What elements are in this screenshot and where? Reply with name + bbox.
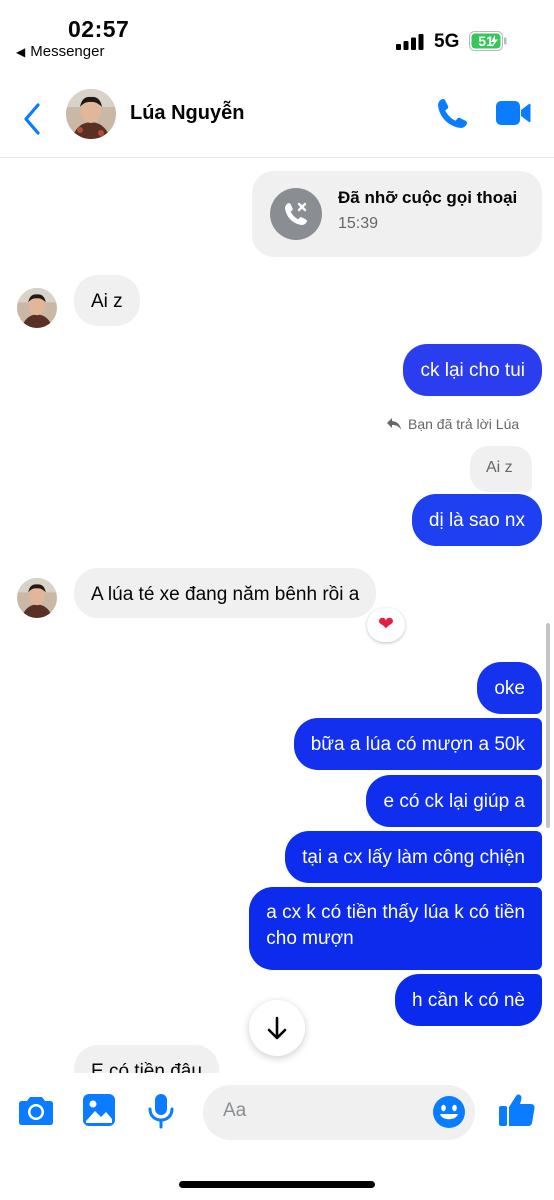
quoted-message[interactable]: Ai z	[470, 446, 532, 492]
outgoing-message[interactable]: dị là sao nx	[411, 494, 542, 546]
status-time: 02:57	[68, 16, 130, 42]
back-chevron-icon[interactable]	[22, 102, 42, 136]
back-to-app-link[interactable]: ◀ Messenger	[16, 43, 104, 60]
incoming-message[interactable]: E có tiền đâu	[74, 1045, 219, 1073]
conversation-header: Lúa Nguyễn	[0, 70, 554, 158]
message-list[interactable]: Đã nhỡ cuộc gọi thoại 15:39 Ai z ck lại …	[0, 158, 554, 1073]
contact-avatar[interactable]	[66, 89, 116, 139]
message-line: a cx k có tiền thấy lúa k có tiền	[266, 902, 525, 923]
outgoing-message[interactable]: h cần k có nè	[394, 974, 542, 1026]
incoming-message[interactable]: Ai z	[74, 275, 140, 326]
battery-percent: 51	[478, 33, 494, 49]
home-indicator[interactable]	[179, 1181, 375, 1188]
reply-note: Bạn đã trả lời Lúa	[386, 416, 519, 432]
reply-note-text: Bạn đã trả lời Lúa	[408, 416, 520, 432]
missed-call-title: Đã nhỡ cuộc gọi thoại	[338, 188, 518, 207]
message-input-container[interactable]	[203, 1085, 475, 1140]
phone-icon[interactable]	[434, 96, 470, 132]
outgoing-message[interactable]: bữa a lúa có mượn a 50k	[293, 718, 542, 770]
outgoing-message[interactable]: tại a cx lấy làm công chiện	[285, 831, 542, 883]
gallery-icon[interactable]	[82, 1093, 116, 1127]
message-line: cho mượn	[266, 927, 354, 949]
scrollbar[interactable]	[546, 623, 550, 828]
heart-reaction[interactable]: ❤	[367, 608, 405, 642]
outgoing-message[interactable]: a cx k có tiền thấy lúa k có tiền cho mư…	[249, 887, 542, 970]
arrow-down-icon	[267, 1016, 287, 1040]
network-type: 5G	[434, 31, 460, 52]
camera-icon[interactable]	[18, 1093, 54, 1127]
emoji-icon[interactable]	[432, 1095, 466, 1129]
scroll-to-bottom-button[interactable]	[249, 1000, 305, 1056]
incoming-message[interactable]: A lúa té xe đang năm bênh rồi a	[74, 568, 377, 618]
missed-call-time: 15:39	[338, 215, 379, 232]
contact-name[interactable]: Lúa Nguyễn	[130, 102, 244, 125]
outgoing-message[interactable]: oke	[477, 662, 542, 714]
outgoing-message[interactable]: ck lại cho tui	[403, 344, 542, 396]
missed-call-card[interactable]: Đã nhỡ cuộc gọi thoại 15:39	[252, 171, 542, 257]
outgoing-message[interactable]: e có ck lại giúp a	[366, 775, 542, 827]
status-bar: 02:57 ◀ Messenger 5G 51	[0, 0, 554, 70]
message-input[interactable]	[223, 1100, 423, 1122]
sender-avatar[interactable]	[17, 578, 57, 618]
back-triangle-icon: ◀	[16, 44, 26, 59]
like-thumb-icon[interactable]	[498, 1091, 536, 1129]
sender-avatar[interactable]	[17, 288, 57, 328]
video-call-icon[interactable]	[495, 98, 531, 128]
composer-bar	[0, 1073, 554, 1153]
back-app-label: Messenger	[30, 43, 105, 60]
microphone-icon[interactable]	[147, 1093, 175, 1129]
cellular-signal-icon	[396, 34, 424, 50]
reply-arrow-icon	[387, 418, 401, 430]
missed-call-icon	[270, 188, 322, 240]
